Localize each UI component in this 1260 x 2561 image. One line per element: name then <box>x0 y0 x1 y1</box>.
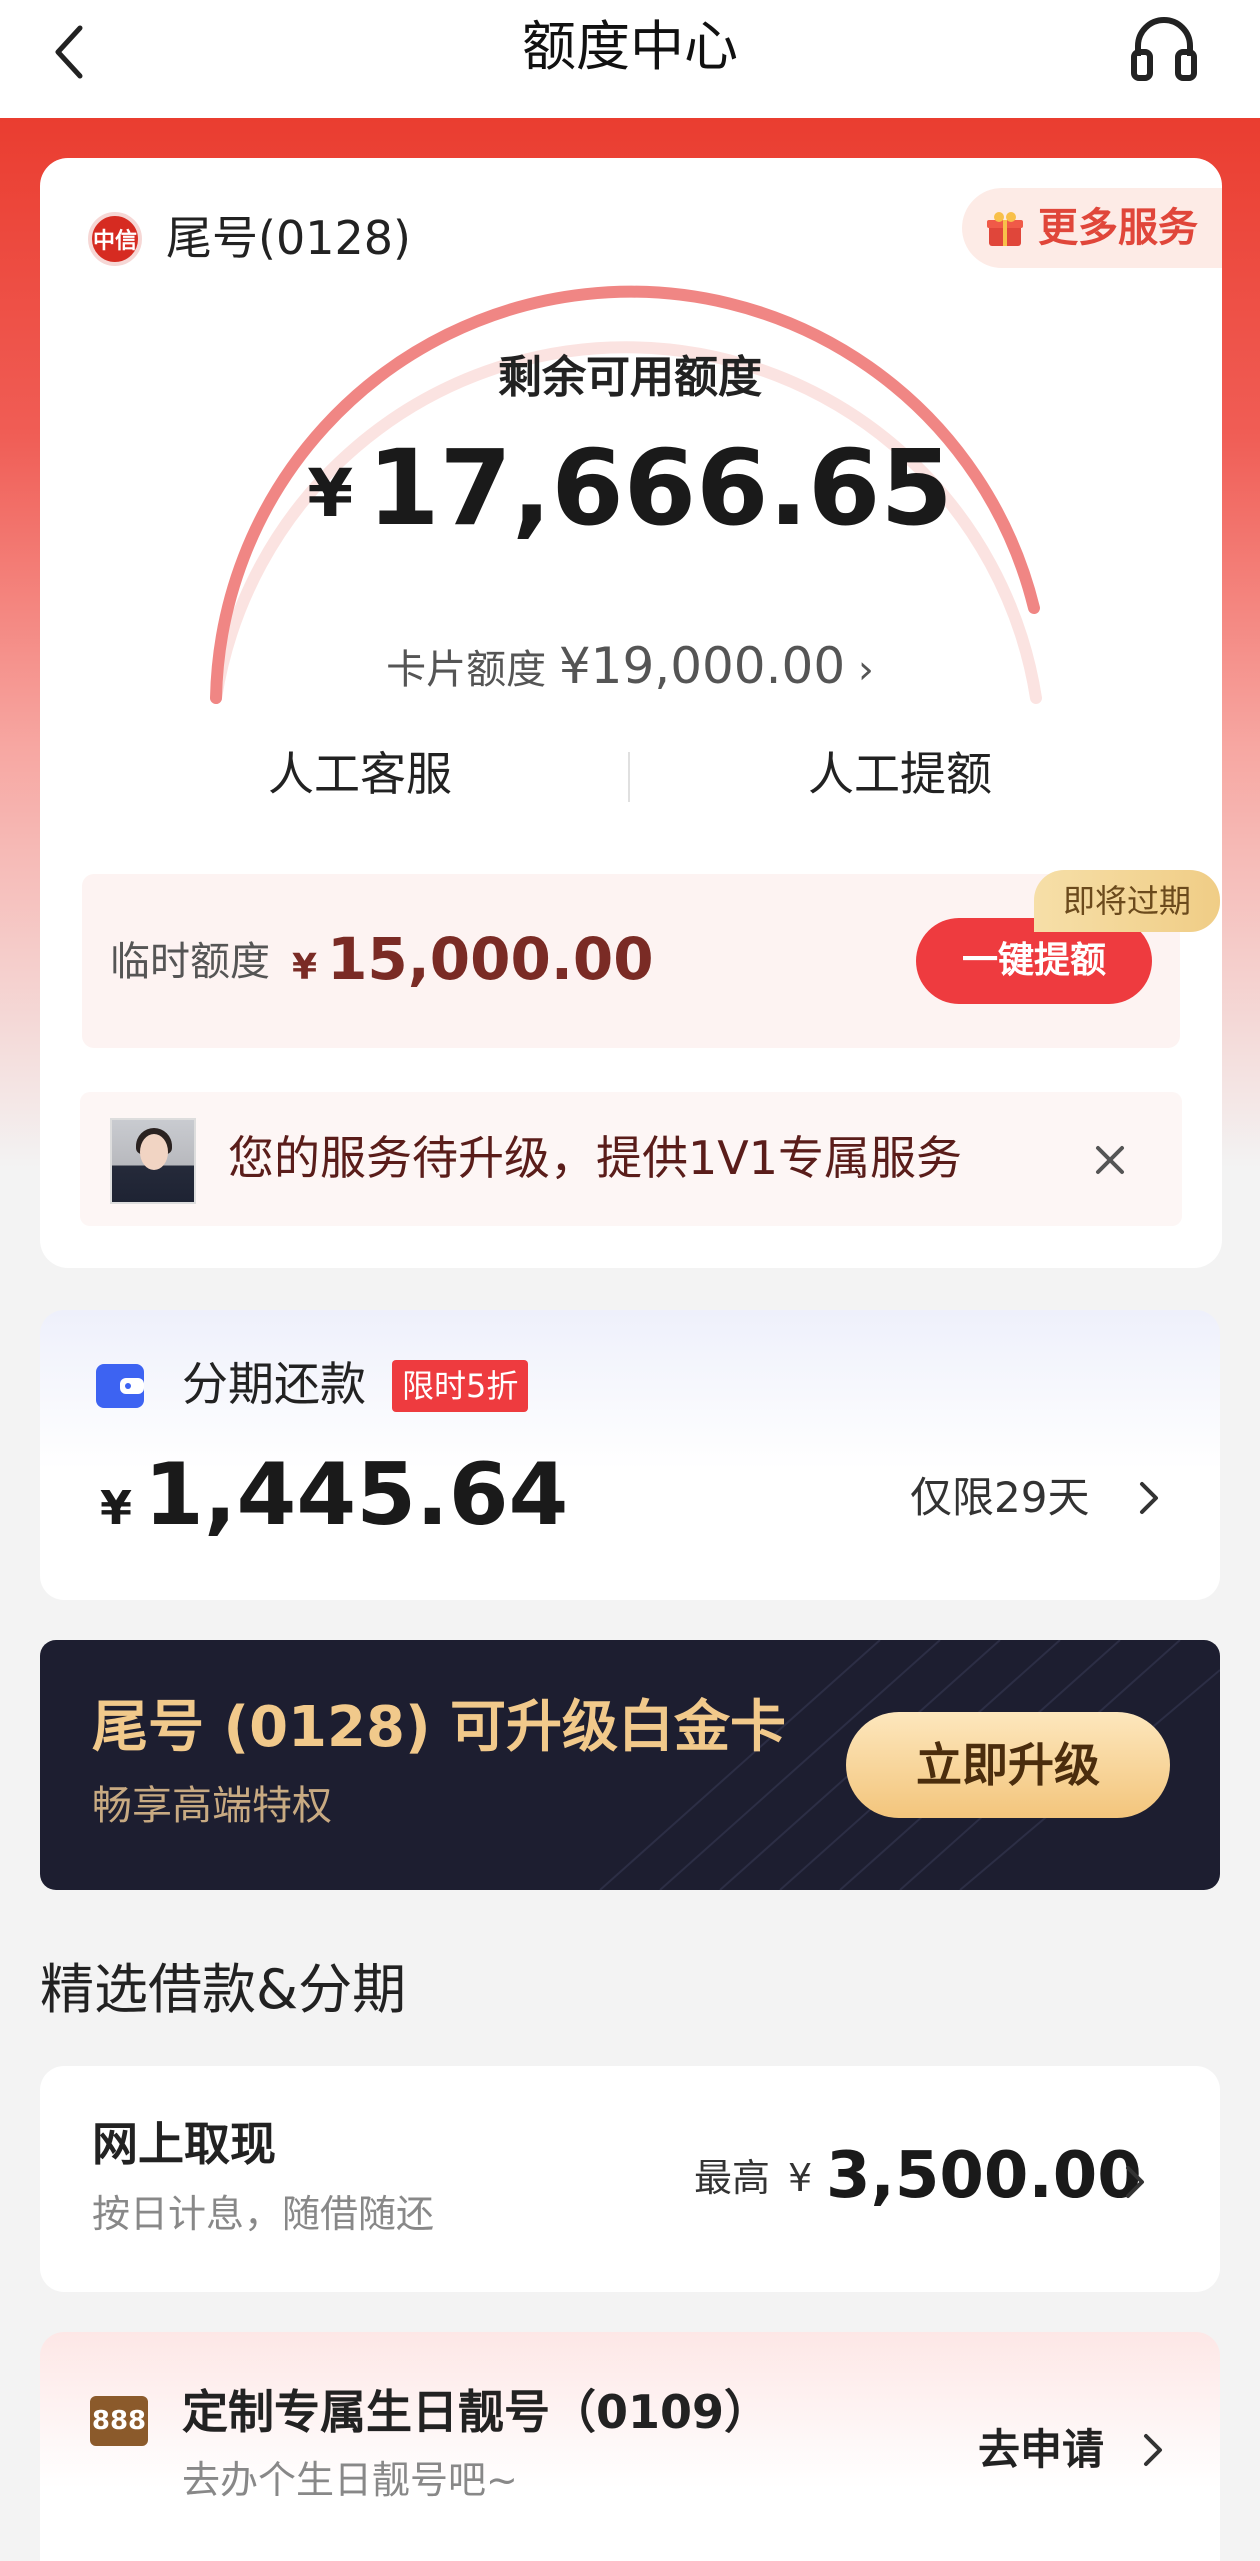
expiring-soon-badge: 即将过期 <box>1034 870 1220 932</box>
card-tail-number[interactable]: 尾号(0128) <box>166 206 411 270</box>
currency-symbol: ¥ <box>788 2156 813 2200</box>
upgrade-now-button[interactable]: 立即升级 <box>846 1712 1170 1818</box>
chevron-right-icon <box>1126 2166 1144 2198</box>
installment-title: 分期还款 <box>182 1357 366 1411</box>
birthday-number-subtitle: 去办个生日靓号吧~ <box>182 2458 518 2502</box>
installment-amount: ¥1,445.64 <box>100 1445 569 1545</box>
bank-logo-icon: 中信 <box>88 212 142 266</box>
more-services-label: 更多服务 <box>1038 205 1198 251</box>
discount-badge: 限时5折 <box>392 1360 529 1412</box>
remaining-quota-amount: ¥17,666.65 <box>307 427 953 549</box>
cash-max-amount: 3,500.00 <box>826 2139 1142 2213</box>
manual-quota-increase-button[interactable]: 人工提额 <box>660 742 1140 806</box>
platinum-upgrade-subtitle: 畅享高端特权 <box>92 1783 332 1829</box>
temporary-quota-label: 临时额度 <box>110 939 270 985</box>
chevron-right-icon: › <box>857 647 874 693</box>
temporary-quota-amount: ¥15,000.00 <box>292 925 654 993</box>
gift-icon <box>987 212 1023 246</box>
apply-button[interactable]: 去申请 <box>978 2420 1104 2480</box>
limited-days-text: 仅限29天 <box>910 1473 1090 1522</box>
cash-withdrawal-subtitle: 按日计息，随借随还 <box>92 2192 435 2236</box>
agent-avatar <box>110 1118 196 1204</box>
section-title: 精选借款&分期 <box>40 1958 407 2021</box>
page-title: 额度中心 <box>522 15 738 78</box>
customer-service-headset-icon[interactable] <box>1130 12 1198 84</box>
remaining-quota-label: 剩余可用额度 <box>498 352 762 403</box>
chevron-right-icon <box>1140 1482 1158 1514</box>
max-label: 最高 <box>694 2156 771 2200</box>
lucky-number-icon: 888 <box>90 2396 148 2446</box>
divider <box>628 752 630 802</box>
manual-customer-service-button[interactable]: 人工客服 <box>120 742 600 806</box>
close-icon[interactable] <box>1090 1140 1130 1180</box>
platinum-upgrade-title: 尾号 (0128) 可升级白金卡 <box>92 1695 787 1760</box>
card-limit-link[interactable]: 卡片额度 ¥19,000.00 › <box>0 636 1260 700</box>
service-upgrade-text: 您的服务待升级，提供1V1专属服务 <box>228 1131 963 1185</box>
chevron-right-icon <box>1144 2434 1162 2466</box>
wallet-icon <box>96 1364 144 1408</box>
more-services-button[interactable]: 更多服务 <box>962 188 1222 268</box>
birthday-number-title: 定制专属生日靓号（0109） <box>182 2385 771 2439</box>
cash-withdrawal-title: 网上取现 <box>92 2117 276 2171</box>
